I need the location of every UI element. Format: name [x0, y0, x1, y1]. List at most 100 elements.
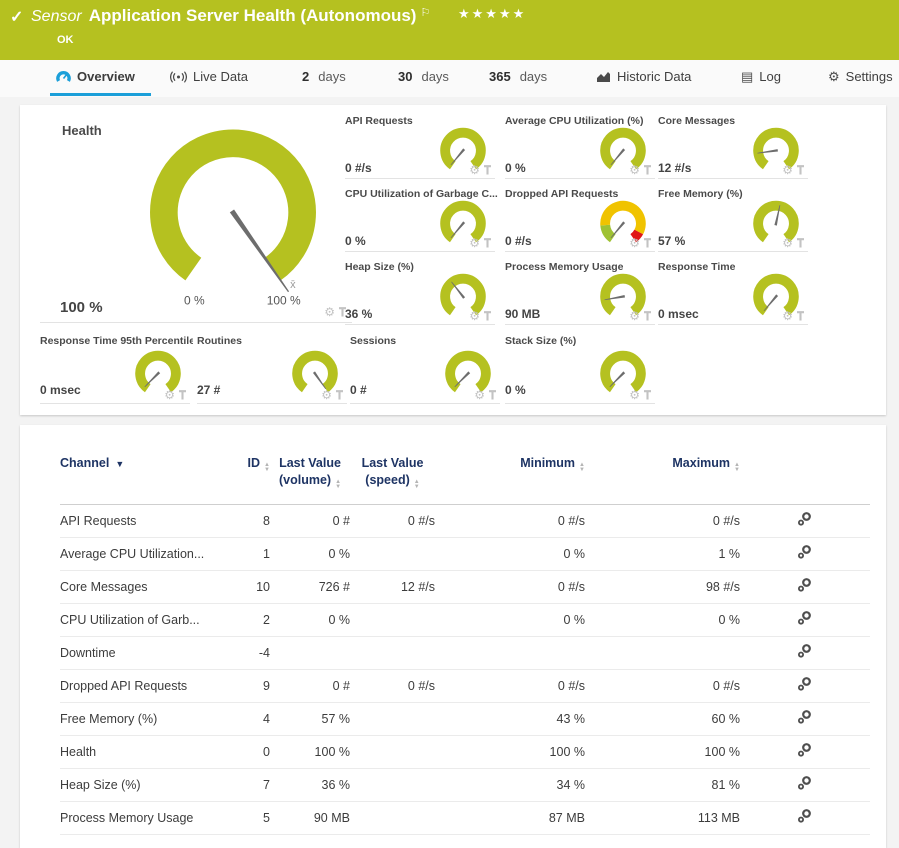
- active-tab-underline: [50, 93, 151, 96]
- channel-id: 0: [230, 735, 270, 768]
- gauge-title: Heap Size (%): [345, 261, 414, 273]
- last-value-speed: [350, 702, 435, 735]
- pin-icon[interactable]: [796, 165, 805, 176]
- pin-icon[interactable]: [483, 238, 492, 249]
- channel-name[interactable]: Downtime: [60, 636, 230, 669]
- col-header-id[interactable]: ID▲▼: [230, 455, 270, 504]
- pin-icon[interactable]: [643, 390, 652, 401]
- last-value-volume: 90 MB: [270, 801, 350, 834]
- gauge-panel-cpu-garbage: CPU Utilization of Garbage C... 0 % ⚙: [345, 186, 495, 252]
- col-header-minimum[interactable]: Minimum▲▼: [435, 455, 585, 504]
- channel-settings-icon[interactable]: [797, 511, 813, 527]
- col-header-channel[interactable]: Channel▼: [60, 455, 230, 504]
- gauge-value: 0 msec: [658, 307, 699, 321]
- pin-icon[interactable]: [483, 311, 492, 322]
- last-value-volume: 0 #: [270, 504, 350, 537]
- last-value-speed: [350, 636, 435, 669]
- channel-settings-icon[interactable]: [797, 676, 813, 692]
- gauge-settings-icon[interactable]: ⚙: [474, 389, 485, 401]
- gauge-settings-icon[interactable]: ⚙: [629, 389, 640, 401]
- pin-icon[interactable]: [488, 390, 497, 401]
- channel-name[interactable]: Health: [60, 735, 230, 768]
- gauge-settings-icon[interactable]: ⚙: [629, 237, 640, 249]
- gauge-settings-icon[interactable]: ⚙: [782, 310, 793, 322]
- gauge-settings-icon[interactable]: ⚙: [629, 164, 640, 176]
- dropdown-icon: ▼: [115, 459, 124, 469]
- tab-live-data[interactable]: Live Data: [170, 69, 248, 84]
- gauge-settings-icon[interactable]: ⚙: [469, 164, 480, 176]
- minimum-value: 100 %: [435, 735, 585, 768]
- gauge-title: Response Time: [658, 261, 735, 273]
- tab-2-days[interactable]: 2days: [302, 69, 346, 84]
- flag-icon[interactable]: ⚐: [420, 7, 430, 19]
- col-header-maximum[interactable]: Maximum▲▼: [585, 455, 740, 504]
- pin-icon[interactable]: [335, 390, 344, 401]
- pin-icon[interactable]: [643, 311, 652, 322]
- gauge-panel-response-95th: Response Time 95th Percentile 0 msec ⚙: [40, 333, 190, 404]
- gauge-settings-icon[interactable]: ⚙: [469, 310, 480, 322]
- gauge-settings-icon[interactable]: ⚙: [782, 164, 793, 176]
- gauge-settings-icon[interactable]: ⚙: [164, 389, 175, 401]
- log-icon: ▤: [741, 70, 753, 83]
- channel-settings-icon[interactable]: [797, 808, 813, 824]
- tab-historic-data[interactable]: Historic Data: [597, 69, 691, 84]
- channel-name[interactable]: Heap Size (%): [60, 768, 230, 801]
- average-marker: x̄: [290, 279, 296, 291]
- channel-name[interactable]: API Requests: [60, 504, 230, 537]
- gauge-panel-api-requests: API Requests 0 #/s ⚙: [345, 113, 495, 179]
- col-header-actions: [740, 455, 870, 504]
- pin-icon[interactable]: [796, 311, 805, 322]
- tab-365-days[interactable]: 365days: [489, 69, 547, 84]
- channel-name[interactable]: Dropped API Requests: [60, 669, 230, 702]
- table-row: API Requests 8 0 # 0 #/s 0 #/s 0 #/s: [60, 504, 870, 537]
- channel-id: 9: [230, 669, 270, 702]
- pin-icon[interactable]: [643, 238, 652, 249]
- tab-bar: Overview Live Data 2days 30days 365days …: [0, 60, 899, 97]
- channel-name[interactable]: Process Memory Usage: [60, 801, 230, 834]
- gauge-settings-icon[interactable]: ⚙: [782, 237, 793, 249]
- gauge-settings-icon[interactable]: ⚙: [324, 306, 335, 318]
- status-badge: OK: [57, 34, 74, 46]
- tab-overview[interactable]: Overview: [56, 69, 135, 84]
- pin-icon[interactable]: [643, 165, 652, 176]
- channel-settings-icon[interactable]: [797, 643, 813, 659]
- tab-log[interactable]: ▤ Log: [741, 69, 781, 84]
- channel-name[interactable]: Core Messages: [60, 570, 230, 603]
- minimum-value: 34 %: [435, 768, 585, 801]
- channel-settings-icon[interactable]: [797, 742, 813, 758]
- scale-max-label: 100 %: [267, 294, 301, 308]
- channel-id: -4: [230, 636, 270, 669]
- table-row: CPU Utilization of Garb... 2 0 % 0 % 0 %: [60, 603, 870, 636]
- sensor-kind-label: Sensor: [31, 8, 82, 25]
- tab-settings[interactable]: ⚙ Settings: [828, 69, 893, 84]
- gauge-title: Free Memory (%): [658, 188, 743, 200]
- pin-icon[interactable]: [483, 165, 492, 176]
- channel-name[interactable]: CPU Utilization of Garb...: [60, 603, 230, 636]
- channel-settings-icon[interactable]: [797, 610, 813, 626]
- gauge-settings-icon[interactable]: ⚙: [469, 237, 480, 249]
- gauge-value: 27 #: [197, 383, 220, 397]
- col-header-last-speed[interactable]: Last Value (speed)▲▼: [350, 455, 435, 504]
- minimum-value: 0 #/s: [435, 504, 585, 537]
- channel-settings-icon[interactable]: [797, 577, 813, 593]
- gauge-settings-icon[interactable]: ⚙: [629, 310, 640, 322]
- gauge-settings-icon[interactable]: ⚙: [321, 389, 332, 401]
- channel-settings-icon[interactable]: [797, 544, 813, 560]
- channel-name[interactable]: Free Memory (%): [60, 702, 230, 735]
- col-header-last-volume[interactable]: Last Value (volume)▲▼: [270, 455, 350, 504]
- pin-icon[interactable]: [796, 238, 805, 249]
- channel-settings-icon[interactable]: [797, 709, 813, 725]
- pin-icon[interactable]: [178, 390, 187, 401]
- gauge-value: 36 %: [345, 307, 372, 321]
- priority-stars[interactable]: ★★★★★: [458, 6, 526, 22]
- broadcast-icon: [170, 71, 187, 83]
- gauge-title: Core Messages: [658, 115, 735, 127]
- channel-settings-icon[interactable]: [797, 775, 813, 791]
- last-value-volume: 0 %: [270, 603, 350, 636]
- tab-30-days[interactable]: 30days: [398, 69, 449, 84]
- maximum-value: 113 MB: [585, 801, 740, 834]
- maximum-value: 0 #/s: [585, 504, 740, 537]
- gauge-panel-core-messages: Core Messages 12 #/s ⚙: [658, 113, 808, 179]
- gauge-value: 0 #: [350, 383, 367, 397]
- channel-name[interactable]: Average CPU Utilization...: [60, 537, 230, 570]
